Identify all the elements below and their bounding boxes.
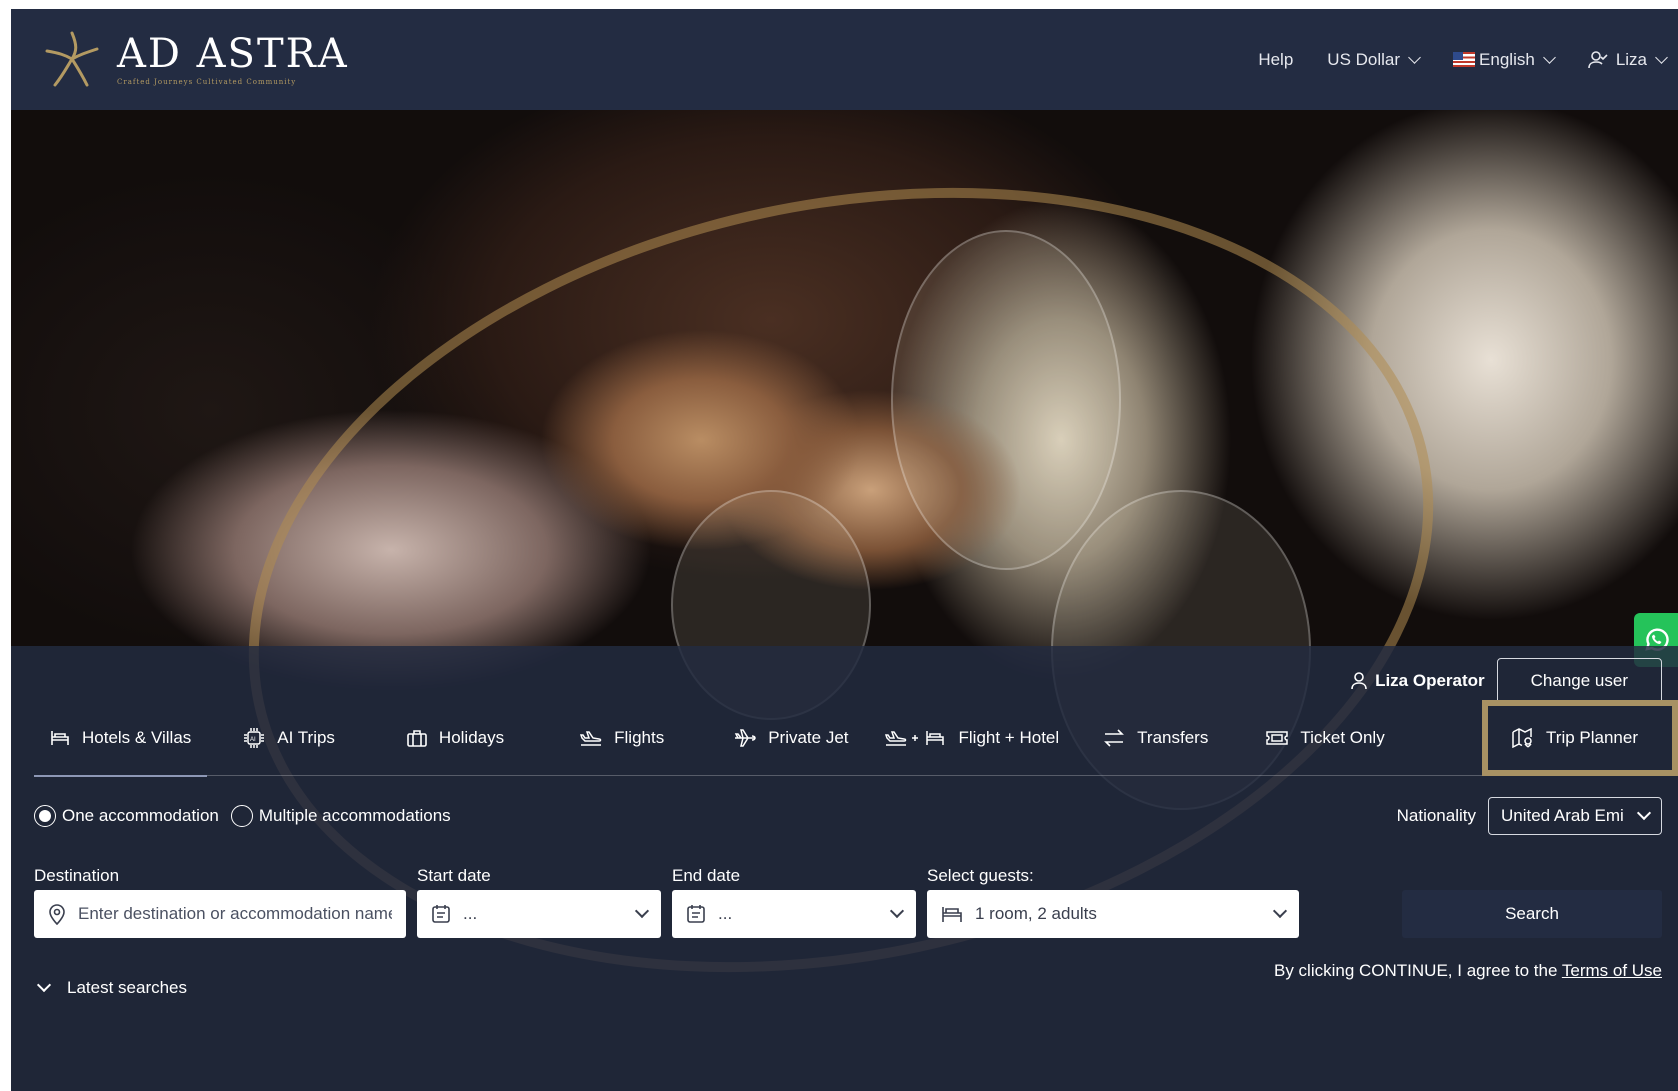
change-user-button[interactable]: Change user	[1496, 658, 1662, 704]
person-icon	[1351, 672, 1367, 690]
user-check-icon	[1588, 50, 1608, 68]
location-pin-icon	[49, 904, 65, 925]
nationality-label: Nationality	[1396, 806, 1476, 825]
terms-of-use-link[interactable]: Terms of Use	[1562, 961, 1662, 980]
end-date-value: ...	[718, 904, 733, 923]
currency-label: US Dollar	[1327, 49, 1401, 69]
nationality-select[interactable]: United Arab Emirates	[1488, 797, 1662, 835]
chevron-down-icon	[889, 903, 905, 919]
radio-label: One accommodation	[62, 806, 219, 825]
tab-label: Flights	[614, 728, 665, 747]
tab-label: Hotels & Villas	[82, 728, 192, 747]
start-date-field[interactable]: ...	[417, 890, 661, 938]
language-dropdown[interactable]: English	[1453, 49, 1556, 70]
radio-selected-icon	[34, 805, 56, 827]
radio-label: Multiple accommodations	[258, 806, 451, 825]
tab-label: Transfers	[1137, 728, 1209, 747]
search-button[interactable]: Search	[1402, 890, 1662, 938]
nationality-group: Nationality United Arab Emirates	[1397, 797, 1662, 835]
guests-label: Select guests:	[927, 866, 1034, 885]
guests-field[interactable]: 1 room, 2 adults	[927, 890, 1299, 938]
operator-info: Liza Operator	[1351, 671, 1485, 691]
tab-ticket-only[interactable]: Ticket Only	[1250, 701, 1400, 776]
language-label: English	[1479, 49, 1535, 69]
help-label: Help	[1258, 49, 1294, 69]
tab-label: Flight + Hotel	[958, 728, 1060, 747]
options-row: One accommodation Multiple accommodation…	[34, 796, 1662, 836]
site-header: AD ASTRA Crafted Journeys Cultivated Com…	[11, 9, 1678, 110]
terms-notice: By clicking CONTINUE, I agree to the Ter…	[1274, 961, 1662, 981]
chevron-down-icon	[1272, 903, 1288, 919]
tab-flights[interactable]: Flights	[564, 701, 680, 776]
terms-prefix: By clicking CONTINUE, I agree to the	[1274, 961, 1562, 980]
tab-holidays[interactable]: Holidays	[391, 701, 520, 776]
user-label: Liza	[1615, 49, 1647, 69]
tab-ai-trips[interactable]: AI AI Trips	[227, 701, 351, 776]
help-link[interactable]: Help	[1258, 50, 1293, 70]
latest-searches-toggle[interactable]: Latest searches	[36, 977, 188, 998]
hero-image: Liza Operator Change user Hotels & Villa…	[11, 110, 1678, 1091]
radio-one-accommodation[interactable]: One accommodation	[34, 805, 219, 827]
jet-icon	[734, 729, 756, 747]
brand-tagline: Crafted Journeys Cultivated Community	[117, 78, 297, 86]
radio-unselected-icon	[230, 805, 253, 827]
destination-field[interactable]	[34, 890, 406, 938]
brand-logo[interactable]: AD ASTRA Crafted Journeys Cultivated Com…	[39, 27, 349, 93]
tab-private-jet[interactable]: Private Jet	[718, 701, 864, 776]
guests-value: 1 room, 2 adults	[975, 904, 1097, 923]
operator-row: Liza Operator Change user	[1351, 658, 1662, 704]
latest-searches-label: Latest searches	[67, 978, 188, 997]
chevron-down-icon	[1655, 50, 1668, 64]
glass-decor	[891, 230, 1121, 570]
star-logo-icon	[45, 31, 99, 87]
bed-icon	[51, 731, 69, 745]
plane-bed-icon	[884, 731, 944, 746]
end-date-field[interactable]: ...	[672, 890, 916, 938]
tab-transfers[interactable]: Transfers	[1087, 701, 1224, 776]
svg-text:AI: AI	[250, 737, 256, 743]
plane-icon	[580, 731, 602, 746]
chevron-down-icon	[1408, 50, 1421, 64]
ticket-icon	[1266, 731, 1289, 745]
calendar-icon	[432, 905, 450, 923]
end-date-label: End date	[672, 866, 741, 885]
chevron-down-icon	[634, 903, 650, 919]
start-date-label: Start date	[417, 866, 491, 885]
brand-name: AD ASTRA	[117, 31, 349, 77]
nationality-value: United Arab Emirates	[1501, 806, 1623, 825]
us-flag-icon	[1453, 52, 1476, 67]
ai-chip-icon: AI	[244, 728, 265, 748]
radio-multiple-accommodations[interactable]: Multiple accommodations	[230, 805, 451, 827]
tab-hotels-villas[interactable]: Hotels & Villas	[34, 701, 208, 777]
destination-input[interactable]	[78, 904, 392, 924]
tab-label: Trip Planner	[1546, 728, 1638, 747]
tab-trip-planner[interactable]: Trip Planner	[1482, 700, 1678, 776]
suitcase-icon	[407, 730, 427, 747]
tab-label: Private Jet	[768, 728, 849, 747]
tab-label: AI Trips	[277, 728, 335, 747]
tab-label: Ticket Only	[1300, 728, 1385, 747]
tab-flight-hotel[interactable]: Flight + Hotel	[869, 701, 1076, 776]
currency-dropdown[interactable]: US Dollar	[1327, 49, 1421, 70]
booking-panel: Liza Operator Change user Hotels & Villa…	[11, 646, 1678, 1091]
chevron-down-icon	[36, 977, 52, 993]
transfer-arrows-icon	[1104, 729, 1125, 747]
start-date-value: ...	[463, 904, 478, 923]
top-nav: Help US Dollar English Liza	[1224, 9, 1678, 110]
chevron-down-icon	[1542, 50, 1556, 64]
bed-icon	[942, 907, 962, 922]
destination-label: Destination	[34, 866, 120, 885]
calendar-icon	[687, 905, 705, 923]
tab-label: Holidays	[438, 728, 505, 747]
product-tabs: Hotels & Villas AI AI Trips Holidays Fli…	[34, 700, 1678, 777]
chevron-down-icon	[1636, 805, 1652, 821]
page-frame: AD ASTRA Crafted Journeys Cultivated Com…	[11, 9, 1678, 1091]
operator-name: Liza Operator	[1375, 671, 1485, 690]
map-pin-icon	[1512, 728, 1532, 748]
user-menu[interactable]: Liza	[1588, 49, 1668, 70]
